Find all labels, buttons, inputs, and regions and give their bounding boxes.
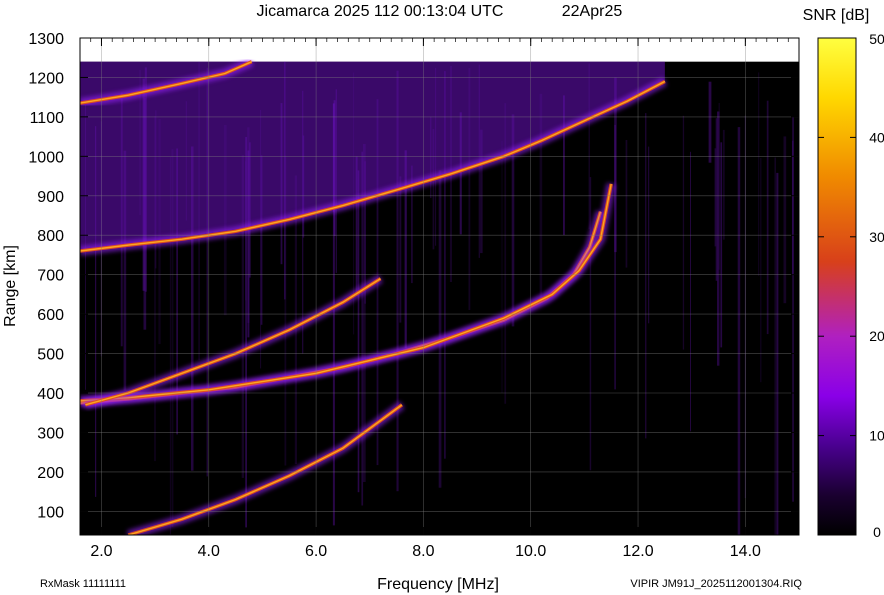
colorbar-tick-label-3: 30: [869, 229, 884, 245]
noise-streak: [357, 170, 360, 493]
y-tick-label-4: 500: [37, 347, 64, 364]
x-tick-label-5: 12.0: [622, 543, 653, 560]
noise-streak: [714, 148, 717, 247]
noise-streak: [737, 127, 741, 535]
noise-streak: [690, 151, 691, 432]
colorbar-gradient: [817, 37, 857, 536]
chart-title: Jicamarca 2025 112 00:13:04 UTC: [257, 3, 504, 20]
noise-streak: [614, 124, 616, 390]
noise-streak: [758, 72, 760, 276]
colorbar-tick-label-0: 0: [873, 524, 881, 540]
x-tick-label-1: 4.0: [198, 543, 220, 560]
noise-streak: [625, 140, 628, 268]
noise-streak: [720, 142, 723, 348]
x-tick-label-6: 14.0: [730, 543, 761, 560]
y-tick-label-12: 1300: [28, 31, 64, 48]
noise-streak: [774, 157, 776, 535]
noise-streak: [718, 103, 720, 270]
y-tick-label-1: 200: [37, 465, 64, 482]
noise-streak: [766, 100, 769, 335]
colorbar-tick-label-2: 20: [869, 328, 884, 344]
file-label: VIPIR JM91J_2025112001304.RIQ: [630, 578, 802, 590]
y-tick-label-3: 400: [37, 386, 64, 403]
noise-streak: [399, 176, 402, 323]
date-label: 22Apr25: [562, 3, 623, 20]
plot-area: 2.0 4.0 6.0 8.0 10.0 12.0 14.0 100 200 300 400 500…: [28, 31, 800, 560]
y-tick-label-7: 800: [37, 228, 64, 245]
colorbar-label: SNR [dB]: [803, 7, 870, 24]
noise-streak: [722, 129, 725, 240]
noise-streak: [682, 115, 685, 350]
rx-mask-label: RxMask 11111111: [40, 578, 126, 590]
noise-streak: [708, 81, 712, 163]
y-tick-label-11: 1200: [28, 70, 64, 87]
noise-streak: [776, 172, 779, 535]
y-tick-label-9: 1000: [28, 149, 64, 166]
noise-streak: [792, 140, 794, 275]
x-tick-label-0: 2.0: [90, 543, 112, 560]
colorbar-tick-label-4: 40: [869, 129, 884, 145]
y-tick-label-2: 300: [37, 425, 64, 442]
x-tick-label-2: 6.0: [305, 543, 327, 560]
y-tick-label-10: 1100: [30, 110, 65, 127]
x-tick-label-3: 8.0: [412, 543, 434, 560]
ionogram-chart: Jicamarca 2025 112 00:13:04 UTC 22Apr25 …: [2, 3, 884, 593]
x-tick-label-4: 10.0: [515, 543, 546, 560]
noise-streak: [501, 141, 503, 393]
colorbar: SNR [dB] 0 10 20 30 40 50: [803, 7, 884, 540]
colorbar-tick-label-1: 10: [869, 428, 884, 444]
y-tick-label-6: 700: [37, 268, 64, 285]
y-axis-label: Range [km]: [2, 245, 19, 327]
noise-streak: [783, 136, 787, 304]
y-tick-label-8: 900: [37, 189, 64, 206]
noise-streak: [645, 113, 647, 439]
y-tick-label-0: 100: [37, 504, 64, 521]
x-axis-label: Frequency [MHz]: [377, 576, 499, 593]
colorbar-tick-label-5: 50: [869, 31, 884, 47]
noise-streak: [438, 170, 442, 488]
y-tick-label-5: 600: [37, 307, 64, 324]
noise-streak: [760, 158, 762, 383]
